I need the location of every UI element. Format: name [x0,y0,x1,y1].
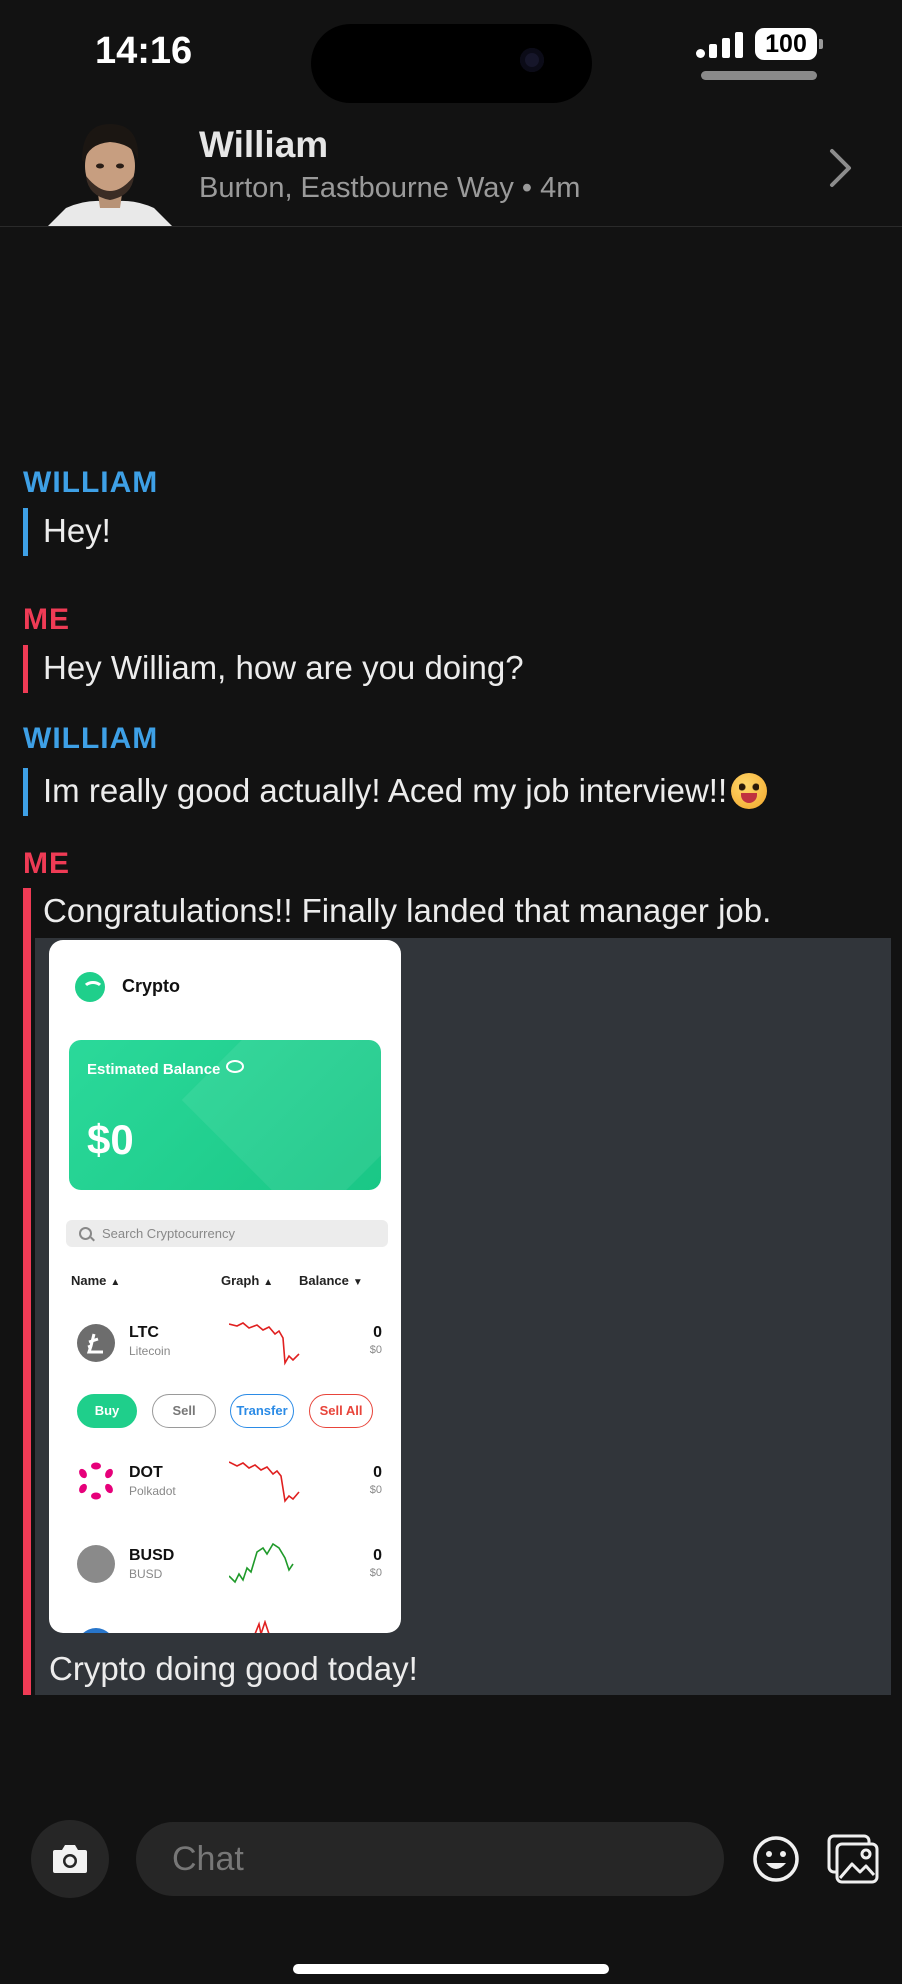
camera-icon [53,1845,87,1873]
sort-up-icon: ▲ [110,1277,121,1288]
column-graph: Graph ▲ [221,1273,273,1288]
crypto-logo-icon [75,972,105,1002]
contact-location: Burton, Eastbourne Way • 4m [199,172,581,204]
message-side-bar [23,888,31,1695]
signal-icon [696,32,746,58]
coin-symbol: BUSD [129,1547,175,1564]
battery-icon: 100 [755,28,823,60]
avatar[interactable] [48,116,172,226]
busd-icon [77,1545,115,1583]
sort-up-icon: ▲ [263,1277,274,1288]
sparkline-down [229,1461,300,1503]
message-text-content: Im really good actually! Aced my job int… [43,772,728,809]
coin-amount: 0 [373,1324,382,1341]
coin-symbol: LTC [129,1324,159,1341]
message-text[interactable]: Congratulations!! Finally landed that ma… [23,888,771,936]
balance-label-text: Estimated Balance [87,1061,221,1078]
sort-down-icon: ▼ [352,1277,363,1288]
eye-icon [226,1060,245,1073]
coin-name: Polkadot [129,1484,176,1498]
coin-usd: $0 [369,1484,382,1496]
home-indicator[interactable] [293,1964,609,1974]
chevron-right-icon[interactable] [822,145,858,191]
column-name: Name ▲ [71,1273,120,1288]
sell-button[interactable]: Sell [152,1394,216,1428]
balance-label: Estimated Balance [87,1060,245,1078]
crypto-search: Search Cryptocurrency [66,1220,388,1247]
coin-name: Litecoin [129,1344,171,1358]
contact-name[interactable]: William [199,124,328,166]
coin-symbol: DOT [129,1464,163,1481]
grinning-emoji-icon [731,773,768,809]
camera-button[interactable] [31,1820,109,1898]
coin-usd: $0 [369,1567,382,1579]
chat-header[interactable]: William Burton, Eastbourne Way • 4m [0,108,902,227]
sparkline-partial [254,1620,270,1633]
sparkline-up [229,1542,294,1584]
emoji-icon[interactable] [750,1833,802,1885]
status-bar: 14:16 100 [0,0,902,103]
attachment-caption[interactable]: Crypto doing good today! [49,1650,418,1688]
crypto-app-title: Crypto [122,976,180,996]
column-graph-label: Graph [221,1273,260,1288]
column-balance-label: Balance [299,1273,349,1288]
buy-button[interactable]: Buy [77,1394,137,1428]
column-balance: Balance ▼ [299,1273,363,1288]
balance-value: $0 [87,1116,134,1163]
message-text[interactable]: Hey! [23,508,111,556]
crypto-app-screenshot[interactable]: Crypto Estimated Balance $0 Search Crypt… [49,940,401,1633]
sparkline-down [229,1322,300,1366]
coin-name: BUSD [129,1567,163,1581]
control-center-indicator[interactable] [701,71,817,80]
chat-input[interactable]: Chat [136,1822,724,1896]
balance-card: Estimated Balance $0 [69,1040,381,1190]
dynamic-island [311,24,592,103]
column-name-label: Name [71,1273,107,1288]
coin-amount: 0 [373,1547,382,1564]
message-text[interactable]: Hey William, how are you doing? [23,645,524,693]
clock: 14:16 [95,30,193,72]
search-icon [79,1227,92,1240]
coin-usd: $0 [369,1344,382,1356]
sell-all-button[interactable]: Sell All [309,1394,373,1428]
gallery-icon[interactable] [826,1833,880,1885]
sender-label-me: ME [23,603,70,636]
litecoin-icon [77,1324,115,1362]
sender-label-william: WILLIAM [23,722,159,755]
message-text[interactable]: Im really good actually! Aced my job int… [23,768,768,816]
usdc-icon [77,1628,115,1633]
polkadot-icon [77,1462,115,1500]
sender-label-william: WILLIAM [23,466,159,499]
crypto-search-placeholder: Search Cryptocurrency [102,1226,235,1241]
front-camera [520,48,544,72]
coin-amount: 0 [373,1464,382,1481]
transfer-button[interactable]: Transfer [230,1394,294,1428]
sender-label-me: ME [23,847,70,880]
